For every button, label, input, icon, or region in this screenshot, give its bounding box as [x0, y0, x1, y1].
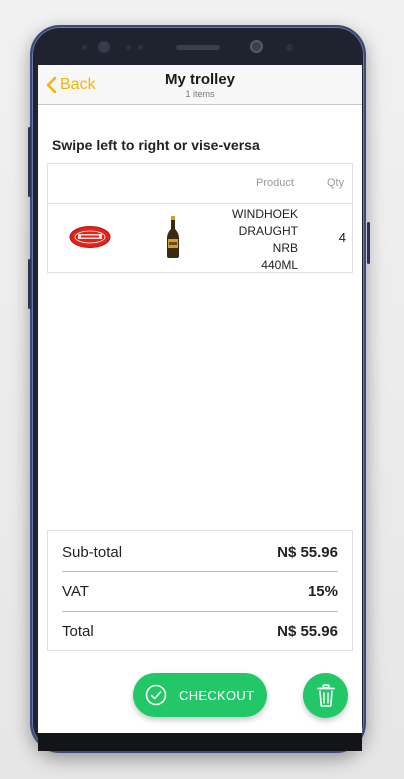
sensor-dot — [138, 45, 143, 50]
sensor-dot — [126, 45, 131, 50]
subtotal-row: Sub-total N$ 55.96 — [62, 532, 338, 572]
trash-icon — [316, 683, 335, 707]
product-name: WINDHOEK DRAUGHT NRB 440ML — [208, 206, 298, 274]
app-screen: Back My trolley 1 items Swipe left to ri… — [38, 65, 362, 733]
background: Back My trolley 1 items Swipe left to ri… — [0, 0, 404, 779]
product-name-line: 440ML — [261, 258, 298, 272]
side-button — [367, 222, 370, 264]
side-button — [28, 127, 31, 197]
phone-frame: Back My trolley 1 items Swipe left to ri… — [28, 25, 370, 753]
earpiece-speaker — [176, 45, 220, 50]
totals-panel: Sub-total N$ 55.96 VAT 15% Total N$ 55.9… — [47, 530, 353, 651]
sensor-dot — [286, 44, 293, 51]
column-header-product: Product — [256, 177, 294, 189]
product-name-line: NRB — [272, 241, 298, 255]
product-name-line: DRAUGHT — [238, 224, 298, 238]
vat-label: VAT — [62, 582, 89, 600]
item-count: 1 items — [185, 89, 215, 99]
total-label: Total — [62, 622, 94, 640]
camera-lens — [250, 40, 263, 53]
sensor-dot — [82, 45, 87, 50]
vat-value: 15% — [307, 582, 338, 600]
table-header: Product Qty — [48, 164, 352, 204]
checkout-label: CHECKOUT — [179, 687, 255, 703]
total-row: Total N$ 55.96 — [62, 611, 338, 651]
front-camera — [98, 41, 110, 53]
checkout-button[interactable]: CHECKOUT — [133, 673, 267, 717]
trolley-table: Product Qty WINDHOEK DRAUGHT NRB 440ML 4 — [47, 163, 353, 273]
page-title: My trolley — [164, 71, 236, 88]
vat-row: VAT 15% — [62, 571, 338, 611]
column-header-qty: Qty — [327, 177, 345, 189]
swipe-hint: Swipe left to right or vise-versa — [52, 137, 260, 153]
total-value: N$ 55.96 — [277, 622, 338, 640]
phone-chin — [38, 733, 362, 751]
table-row[interactable]: WINDHOEK DRAUGHT NRB 440ML 4 — [48, 205, 352, 272]
product-qty: 4 — [338, 230, 346, 245]
check-circle-icon — [145, 684, 167, 706]
side-button — [28, 259, 31, 309]
store-logo-icon — [69, 226, 111, 248]
product-name-line: WINDHOEK — [232, 207, 298, 221]
delete-button[interactable] — [303, 673, 348, 718]
beer-bottle-icon — [167, 216, 179, 258]
subtotal-value: N$ 55.96 — [277, 543, 338, 561]
subtotal-label: Sub-total — [62, 543, 123, 561]
nav-header: Back My trolley 1 items — [38, 65, 362, 105]
